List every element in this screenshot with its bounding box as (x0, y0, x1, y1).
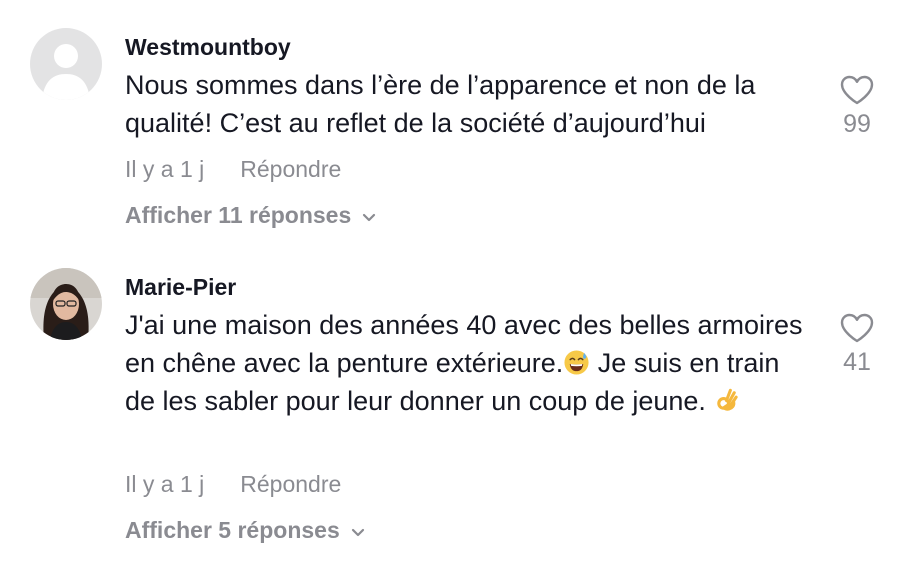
view-replies-label: Afficher 11 réponses (125, 202, 352, 228)
ok-hand-emoji (717, 388, 739, 411)
comment-username[interactable]: Westmountboy (125, 34, 291, 61)
reply-button[interactable]: Répondre (240, 471, 341, 497)
sweat-smile-emoji (564, 350, 589, 375)
avatar[interactable] (30, 28, 102, 100)
heart-icon[interactable] (839, 312, 875, 344)
chevron-down-icon (351, 528, 364, 537)
avatar[interactable] (30, 268, 102, 340)
like-control: 99 (832, 74, 882, 139)
view-replies-button[interactable]: Afficher 5 réponses (125, 517, 366, 544)
comment-text: Nous sommes dans l’ère de l’apparence et… (125, 70, 756, 138)
like-control: 41 (832, 312, 882, 377)
user-photo (30, 268, 102, 340)
comment-meta: Il y a 1 j Répondre (125, 471, 341, 498)
reply-button[interactable]: Répondre (240, 156, 341, 182)
comment-meta: Il y a 1 j Répondre (125, 156, 341, 183)
view-replies-button[interactable]: Afficher 11 réponses (125, 202, 377, 229)
view-replies-label: Afficher 5 réponses (125, 517, 340, 543)
comment-timestamp: Il y a 1 j (125, 471, 205, 497)
chevron-down-icon (363, 213, 376, 222)
default-avatar-icon (30, 28, 102, 100)
comment-timestamp: Il y a 1 j (125, 156, 205, 182)
comment-text: J'ai une maison des années 40 avec des b… (125, 306, 815, 420)
like-count: 99 (843, 110, 871, 138)
comment-username[interactable]: Marie-Pier (125, 274, 236, 301)
heart-icon[interactable] (839, 74, 875, 106)
like-count: 41 (843, 348, 871, 376)
